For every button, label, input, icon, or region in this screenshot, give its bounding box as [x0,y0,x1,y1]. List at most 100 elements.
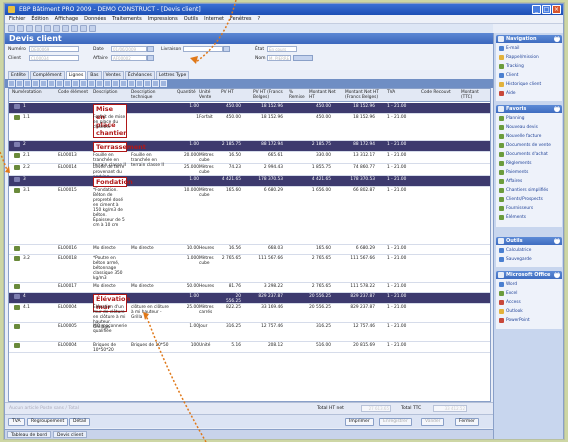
cell-pv[interactable]: 316.25 [221,324,241,329]
cell-num[interactable]: 4 [23,294,26,299]
col-code-recouvt[interactable]: Code Recouvt [421,90,451,95]
cell-num[interactable]: 3 [23,177,26,182]
cell-tva[interactable]: 1 - 21.00 [387,188,406,193]
cell-unit[interactable]: Unité [199,343,215,348]
calendar-icon[interactable] [147,46,154,52]
fav-nouvelle-facture[interactable]: Nouvelle facture [499,134,541,139]
columns-icon[interactable] [112,80,119,87]
cell-code[interactable]: EL00004 [58,305,77,310]
chevron-down-icon[interactable] [223,46,230,52]
table-row[interactable]: 2.1 EL00013 Fouille en tranchée en terrain… [9,152,490,168]
table-row[interactable]: EL00016 Mo directe Mo directe 10.00 Heures 16… [9,245,490,255]
nav-client[interactable]: Client [499,73,518,78]
cell-tva[interactable]: 1 - 21.00 [387,324,406,329]
cell-num[interactable]: 2 [23,142,26,147]
cell-netf[interactable]: 66 802.87 [345,188,375,193]
col-unite-vente[interactable]: Unité Vente [199,90,213,100]
print-icon[interactable] [136,80,143,87]
cell-netf[interactable]: 18 152.96 [345,104,375,109]
menu-affichage[interactable]: Affichage [55,15,79,23]
cell-pv[interactable]: 4 421.65 [221,177,241,182]
cell-pv[interactable]: 74.23 [221,165,241,170]
cell-netf[interactable]: 13 312.17 [345,153,375,158]
office-access[interactable]: Access [499,300,521,305]
tva-button[interactable]: TVA [8,418,25,426]
fav-affaires[interactable]: Affaires [499,179,522,184]
menu-donnees[interactable]: Données [84,15,106,23]
cell-netf[interactable]: 18 152.96 [345,115,375,120]
cell-net[interactable]: 2 765.65 [309,256,331,261]
menu-fenetres[interactable]: Fenêtres [230,15,252,23]
outils-header[interactable]: Outils ^ [496,237,562,245]
fav-planning[interactable]: Planning [499,116,525,121]
cell-unit[interactable]: Heures [199,284,215,289]
valider-button[interactable]: Valider [421,418,445,426]
regroupement-button[interactable]: Regroupement [27,418,69,426]
cell-tva[interactable]: 1 - 21.00 [387,142,406,147]
print-icon[interactable] [35,25,42,32]
cell-pvf[interactable]: 665.61 [253,153,283,158]
lines-grid[interactable]: Numérotation Code élément Description De… [8,88,491,402]
cell-tva[interactable]: 1 - 21.00 [387,256,406,261]
cell-code[interactable]: EL00015 [58,188,77,193]
cell-unit[interactable]: Forfait [199,115,215,120]
cell-net[interactable]: 2 185.75 [309,142,331,147]
cell-pvf[interactable]: 178 370.53 [253,177,283,182]
section-row[interactable]: 4 Élévation mur 1.00 20 556.25 829 237.87 20 … [9,293,490,312]
cell-tech[interactable]: Briques de 10*50 [131,343,171,348]
imprimer-button[interactable]: Imprimer [345,418,374,426]
move-down-icon[interactable] [32,80,39,87]
cell-netf[interactable]: 88 172.94 [345,142,375,147]
cell-netf[interactable]: 12 757.46 [345,324,375,329]
cell-pv[interactable]: 450.00 [221,104,241,109]
cell-pv[interactable]: 2 185.75 [221,142,241,147]
cell-qty[interactable]: 1.00 [177,177,199,182]
cell-qty[interactable]: 10.000 [177,188,199,193]
office-excel[interactable]: Excel [499,291,517,296]
tab-bas[interactable]: Bas [87,71,102,79]
totals-icon[interactable] [128,80,135,87]
help-icon[interactable] [160,80,167,87]
cell-netf[interactable]: 74 860.77 [345,165,375,170]
tab-ventes[interactable]: Ventes [102,71,124,79]
cell-qty[interactable]: 1.00 [177,294,199,299]
chevron-up-icon[interactable]: ^ [554,272,560,278]
cell-pvf[interactable]: 208.12 [253,343,283,348]
cell-unit[interactable]: Mètres cube [199,165,215,175]
cut-icon[interactable] [44,25,51,32]
fav-chantiers[interactable]: Chantiers simplifiés [499,188,548,193]
office-outlook[interactable]: Outlook [499,309,523,314]
cell-tva[interactable]: 1 - 21.00 [387,104,406,109]
cell-pvf[interactable]: 88 172.94 [253,142,283,147]
table-row[interactable]: 3.1 EL00015 *Fondation. Béton de propreté … [9,187,490,245]
cell-desc[interactable]: *Poutre en béton armé, bétonnage classiq… [93,256,127,281]
cell-num[interactable]: 1.1 [23,115,30,120]
cell-pvf[interactable]: 668.03 [253,246,283,251]
cell-tech[interactable]: clôture en clôture à mi hauteur - Grilla [131,305,171,320]
nav-tracking[interactable]: Tracking [499,64,524,69]
cell-qty[interactable]: 25.00 [177,305,199,310]
calculator-icon[interactable] [72,80,79,87]
cell-pvf[interactable]: 6 680.29 [253,188,283,193]
livraison-field[interactable] [183,46,223,52]
col-pv-ht-francs[interactable]: PV HT (Francs Belges) [253,90,283,100]
cell-tva[interactable]: 1 - 21.00 [387,165,406,170]
cell-netf[interactable]: 111 567.66 [345,256,375,261]
cell-net[interactable]: 1 656.00 [309,188,331,193]
cell-num[interactable]: 3.1 [23,188,30,193]
maximize-button[interactable]: □ [542,5,551,14]
cell-qty[interactable]: 25.000 [177,165,199,170]
cell-pv[interactable]: 16.50 [221,153,241,158]
cell-qty[interactable]: 1.00 [177,324,199,329]
table-row[interactable]: 1.1 Forfait de mise en place du chantier 1… [9,114,490,141]
etat-field[interactable]: En cours [267,46,297,52]
tab-entete[interactable]: Entête [8,71,29,79]
nom-field[interactable]: M. PIERRE [267,55,291,61]
tool-calculatrice[interactable]: Calculatrice [499,248,531,253]
detail-button[interactable]: Détail [69,418,91,426]
nav-rappel[interactable]: Rappel/mission [499,55,539,60]
cell-code[interactable]: EL00016 [58,246,77,251]
cell-pvf[interactable]: 111 567.66 [253,256,283,261]
cell-pv[interactable]: 20 556.25 [221,294,241,304]
search-icon[interactable] [71,25,78,32]
